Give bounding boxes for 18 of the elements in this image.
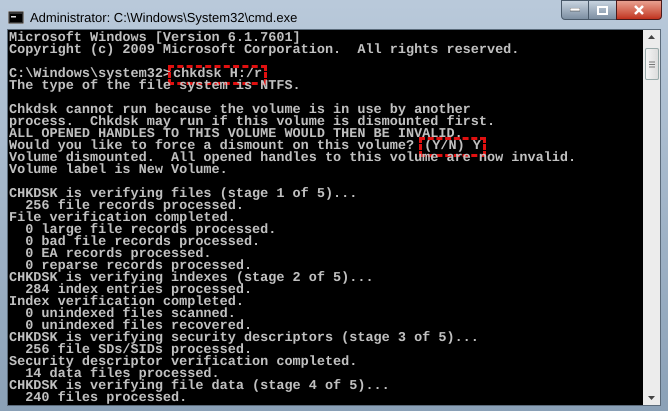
minimize-icon	[570, 8, 580, 12]
console-app-icon	[8, 11, 24, 24]
console-line: 0 EA records processed.	[24, 249, 212, 261]
grip-icon	[648, 60, 654, 68]
console-line: C:\Windows\system32>	[9, 69, 172, 81]
scrollbar-thumb[interactable]	[644, 48, 658, 80]
maximize-icon	[597, 6, 608, 14]
console-line: Volume label is New Volume.	[9, 165, 228, 177]
scrollbar[interactable]	[643, 30, 660, 405]
console-line: process. Chkdsk may run if this volume is dismounted first.	[9, 117, 496, 129]
console-line: 240 files processed.	[24, 393, 188, 405]
console-line: Copyright (c) 2009 Microsoft Corporation. All rights reserved.	[9, 45, 520, 57]
window-title: Administrator: C:\Windows\System32\cmd.exe	[30, 9, 298, 27]
minimize-button[interactable]	[561, 0, 589, 20]
maximize-button[interactable]	[589, 0, 616, 20]
close-button[interactable]	[616, 0, 662, 20]
close-icon	[633, 5, 645, 15]
highlighted-text: (Y/N) Y	[422, 140, 483, 154]
